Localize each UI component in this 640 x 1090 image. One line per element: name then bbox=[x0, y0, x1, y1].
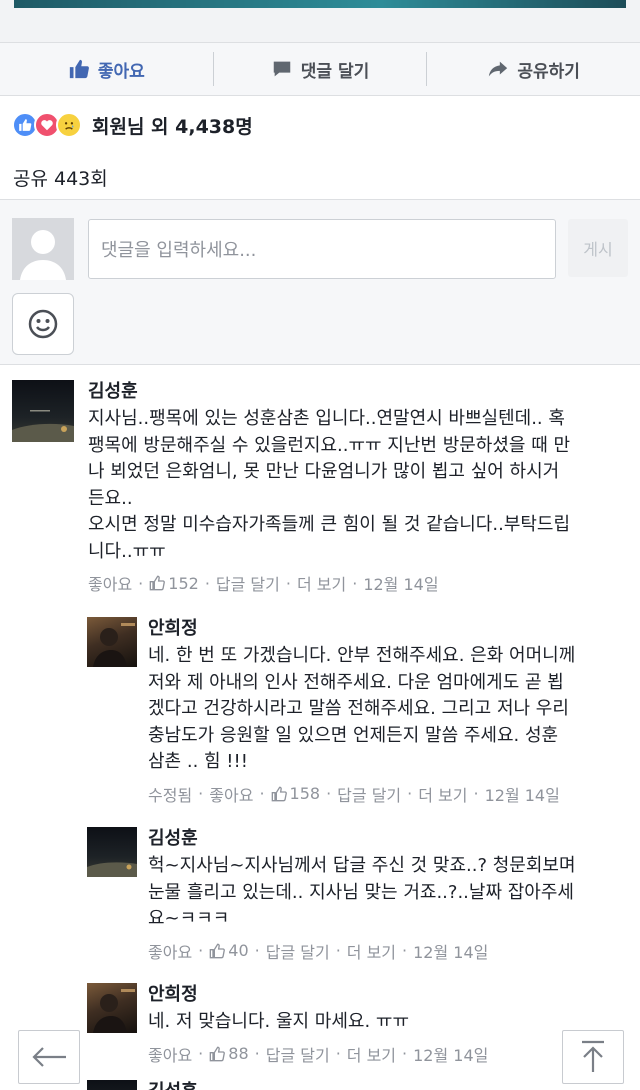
like-count-value: 158 bbox=[289, 784, 321, 803]
comment-like-count[interactable]: 40 bbox=[209, 941, 249, 960]
comment-like-count[interactable]: 152 bbox=[149, 574, 199, 593]
comment-date[interactable]: 12월 14일 bbox=[363, 571, 438, 595]
commenter-avatar[interactable] bbox=[87, 983, 137, 1033]
commenter-avatar[interactable] bbox=[12, 380, 74, 442]
comment-button[interactable]: 댓글 달기 bbox=[214, 51, 427, 87]
comment-input[interactable]: 댓글을 입력하세요... bbox=[88, 219, 556, 279]
post-button[interactable]: 게시 bbox=[568, 219, 628, 277]
comment-author[interactable]: 안희정 bbox=[148, 983, 628, 1007]
more-link[interactable]: 더 보기 bbox=[347, 939, 396, 963]
like-count-value: 152 bbox=[168, 573, 199, 593]
comment-date[interactable]: 12월 14일 bbox=[413, 1042, 488, 1066]
sad-icon bbox=[56, 112, 82, 138]
share-arrow-icon bbox=[489, 61, 508, 77]
more-link[interactable]: 더 보기 bbox=[347, 1042, 396, 1066]
default-avatar bbox=[12, 218, 74, 280]
reply-link[interactable]: 답글 달기 bbox=[216, 571, 280, 595]
like-count-value: 40 bbox=[228, 941, 249, 960]
commenter-avatar[interactable] bbox=[87, 827, 137, 877]
like-button-label: 좋아요 bbox=[97, 61, 145, 82]
commenter-avatar[interactable] bbox=[87, 617, 137, 667]
thumbs-up-outline-icon bbox=[209, 943, 226, 958]
like-comment-link[interactable]: 좋아요 bbox=[148, 939, 192, 963]
scroll-to-top-button[interactable] bbox=[562, 1030, 624, 1084]
back-button[interactable] bbox=[18, 1030, 80, 1084]
reply-item: 김성훈 bbox=[87, 1080, 627, 1090]
like-comment-link[interactable]: 좋아요 bbox=[148, 1042, 192, 1066]
shares-count[interactable]: 공유 443회 bbox=[13, 164, 108, 191]
comment-input-placeholder: 댓글을 입력하세요... bbox=[101, 240, 257, 261]
comment-meta: 수정됨 · 좋아요 · 158 · 답글 달기 · 더 보기 · 12월 14일 bbox=[148, 782, 628, 806]
post-action-bar: 좋아요 댓글 달기 공유하기 bbox=[0, 42, 640, 96]
comment-meta: 좋아요 · 152 · 답글 달기 · 더 보기 · 12월 14일 bbox=[88, 571, 633, 595]
like-comment-link[interactable]: 좋아요 bbox=[88, 571, 132, 595]
comment-date[interactable]: 12월 14일 bbox=[485, 782, 560, 806]
emoji-button[interactable] bbox=[12, 293, 74, 355]
like-button[interactable]: 좋아요 bbox=[0, 51, 213, 87]
commenter-avatar[interactable] bbox=[87, 1080, 137, 1090]
comment-button-label: 댓글 달기 bbox=[300, 61, 370, 82]
post-image-strip bbox=[0, 0, 640, 42]
reply-link[interactable]: 답글 달기 bbox=[266, 939, 330, 963]
comment-author[interactable]: 김성훈 bbox=[148, 1080, 627, 1090]
comment-text: 네. 저 맞습니다. 울지 마세요. ㅠㅠ bbox=[148, 1011, 410, 1032]
comment-author[interactable]: 김성훈 bbox=[148, 827, 628, 851]
comment-text: 지사님..팽목에 있는 성훈삼촌 입니다..연말연시 바쁘실텐데.. 혹 팽목에… bbox=[88, 408, 571, 562]
share-button-label: 공유하기 bbox=[517, 61, 580, 82]
comment-like-count[interactable]: 88 bbox=[209, 1044, 249, 1063]
arrow-to-top-icon bbox=[582, 1040, 604, 1072]
comment-meta: 좋아요 · 88 · 답글 달기 · 더 보기 · 12월 14일 bbox=[148, 1042, 628, 1066]
smiley-icon bbox=[28, 309, 58, 339]
comment-text: 네. 한 번 또 가겠습니다. 안부 전해주세요. 은화 어머니께 저와 제 아… bbox=[148, 645, 576, 772]
comment-icon bbox=[273, 61, 291, 77]
thumbs-up-icon bbox=[69, 59, 89, 79]
like-comment-link[interactable]: 좋아요 bbox=[209, 782, 253, 806]
reactions-summary[interactable]: 회원님 외 4,438명 bbox=[12, 108, 253, 142]
reactions-count: 회원님 외 4,438명 bbox=[92, 115, 253, 138]
comment-text: 헉~지사님~지사님께서 답글 주신 것 맞죠..? 청문회보며 눈물 흘리고 있… bbox=[148, 855, 576, 929]
comment-composer: 댓글을 입력하세요... 게시 bbox=[0, 199, 640, 365]
edited-label[interactable]: 수정됨 bbox=[148, 782, 192, 806]
arrow-left-icon bbox=[32, 1047, 66, 1067]
thumbs-up-outline-icon bbox=[149, 575, 166, 591]
reply-link[interactable]: 답글 달기 bbox=[337, 782, 401, 806]
comment-date[interactable]: 12월 14일 bbox=[413, 939, 488, 963]
more-link[interactable]: 더 보기 bbox=[297, 571, 346, 595]
comment-author[interactable]: 안희정 bbox=[148, 617, 628, 641]
share-button[interactable]: 공유하기 bbox=[427, 51, 640, 87]
comment-author[interactable]: 김성훈 bbox=[88, 380, 633, 404]
reply-link[interactable]: 답글 달기 bbox=[266, 1042, 330, 1066]
comment-meta: 좋아요 · 40 · 답글 달기 · 더 보기 · 12월 14일 bbox=[148, 939, 628, 963]
more-link[interactable]: 더 보기 bbox=[418, 782, 467, 806]
comment-like-count[interactable]: 158 bbox=[271, 784, 321, 803]
thumbs-up-outline-icon bbox=[209, 1046, 226, 1061]
post-photo[interactable] bbox=[14, 0, 626, 8]
thumbs-up-outline-icon bbox=[271, 786, 287, 801]
like-count-value: 88 bbox=[228, 1044, 249, 1063]
